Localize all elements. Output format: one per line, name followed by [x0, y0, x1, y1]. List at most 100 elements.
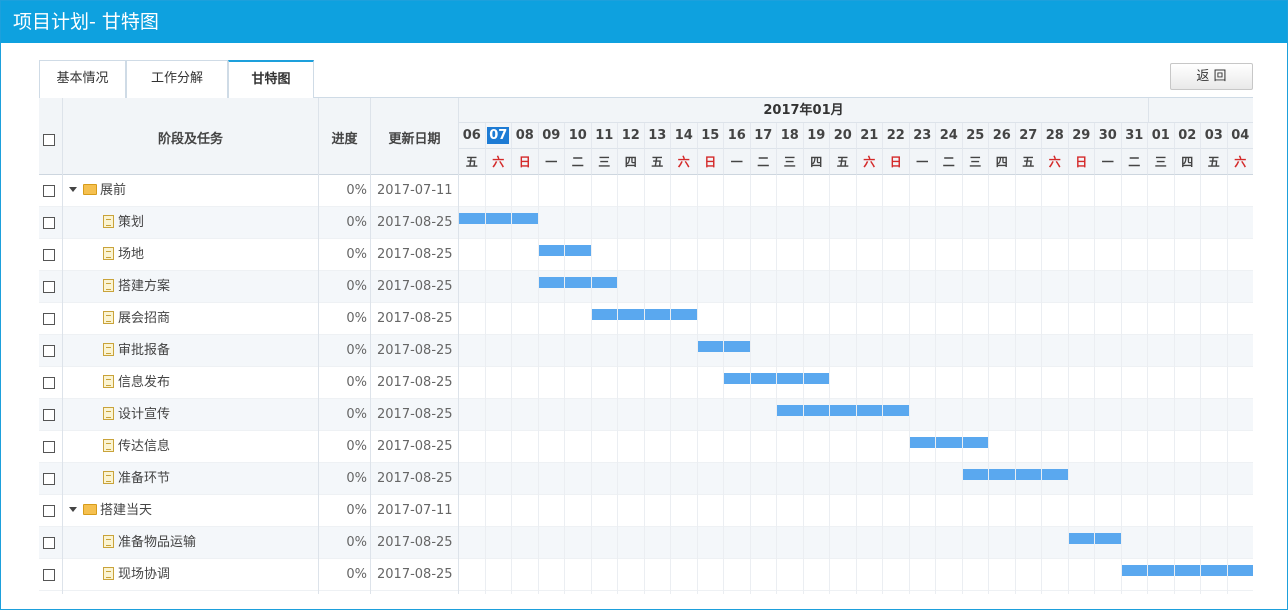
gantt-bar[interactable] [538, 245, 592, 256]
gantt-bar[interactable] [697, 341, 751, 352]
task-name[interactable]: 场地 [103, 239, 313, 271]
timeline-weekday: 一 [1095, 149, 1122, 175]
timeline-weekday: 六 [485, 149, 512, 175]
task-row[interactable]: 场地 0% 2017-08-25 [39, 239, 1253, 271]
timeline-gridline [590, 175, 592, 594]
task-progress: 0% [346, 247, 367, 262]
gantt-bar[interactable] [962, 469, 1069, 480]
timeline-gridline [961, 175, 963, 594]
task-name[interactable]: 准备环节 [103, 463, 313, 495]
tab-gantt[interactable]: 甘特图 [228, 60, 314, 99]
timeline-day: 29 [1068, 123, 1095, 149]
timeline-weekday: 六 [1042, 149, 1069, 175]
row-checkbox[interactable] [43, 537, 55, 549]
task-progress: 0% [346, 183, 367, 198]
row-checkbox[interactable] [43, 569, 55, 581]
timeline-day: 20 [830, 123, 857, 149]
timeline-weekday: 六 [856, 149, 883, 175]
timeline-weekday: 四 [989, 149, 1016, 175]
row-checkbox[interactable] [43, 505, 55, 517]
collapse-arrow-icon[interactable] [69, 187, 77, 192]
task-name[interactable]: 展会招商 [103, 303, 313, 335]
task-row[interactable]: 准备环节 0% 2017-08-25 [39, 463, 1253, 495]
document-icon [103, 247, 114, 260]
gantt-bar[interactable] [1068, 533, 1122, 544]
timeline-day: 22 [883, 123, 910, 149]
timeline-weekday: 日 [697, 149, 724, 175]
task-name[interactable]: 策划 [103, 207, 313, 239]
phase-row[interactable]: 搭建当天 0% 2017-07-11 [39, 495, 1253, 527]
gantt-bar[interactable] [909, 437, 989, 448]
task-row[interactable]: 信息发布 0% 2017-08-25 [39, 367, 1253, 399]
task-row[interactable]: 展会招商 0% 2017-08-25 [39, 303, 1253, 335]
timeline-gridline [1226, 175, 1228, 594]
gantt-bar[interactable] [591, 309, 698, 320]
task-name[interactable]: 信息发布 [103, 367, 313, 399]
gantt-bar[interactable] [538, 277, 618, 288]
task-progress: 0% [346, 471, 367, 486]
collapse-arrow-icon[interactable] [69, 507, 77, 512]
task-name[interactable]: 搭建方案 [103, 271, 313, 303]
timeline-day: 26 [989, 123, 1016, 149]
row-checkbox[interactable] [43, 281, 55, 293]
timeline-gridline [537, 175, 539, 594]
task-row[interactable]: 搭建方案 0% 2017-08-25 [39, 271, 1253, 303]
row-checkbox[interactable] [43, 185, 55, 197]
task-name[interactable]: 设计宣传 [103, 399, 313, 431]
tab-basic-info[interactable]: 基本情况 [39, 60, 126, 98]
timeline-day: 13 [644, 123, 671, 149]
task-name[interactable]: 准备物品运输 [103, 527, 313, 559]
timeline-gridline [723, 175, 724, 594]
timeline-day: 30 [1095, 123, 1122, 149]
timeline-day: 03 [1201, 123, 1228, 149]
task-row[interactable]: 准备物品运输 0% 2017-08-25 [39, 527, 1253, 559]
row-checkbox[interactable] [43, 249, 55, 261]
row-checkbox[interactable] [43, 345, 55, 357]
row-checkbox[interactable] [43, 441, 55, 453]
gantt-bar[interactable] [1121, 565, 1253, 576]
task-name[interactable]: 搭建当天 [67, 495, 277, 527]
timeline-weekday: 四 [1174, 149, 1201, 175]
timeline-gridline [1147, 175, 1148, 594]
task-row[interactable]: 传达信息 0% 2017-08-25 [39, 431, 1253, 463]
task-row[interactable]: 审批报备 0% 2017-08-25 [39, 335, 1253, 367]
task-row[interactable]: 现场协调 0% 2017-08-25 [39, 559, 1253, 591]
task-updated-date: 2017-08-25 [377, 215, 453, 230]
timeline-gridline [670, 175, 671, 594]
timeline-gridline [643, 175, 645, 594]
gantt-bar[interactable] [777, 405, 910, 416]
timeline-weekday: 六 [1227, 149, 1253, 175]
select-all-checkbox[interactable] [43, 134, 55, 146]
timeline-gridline [749, 175, 751, 594]
timeline-weekday: 日 [1068, 149, 1095, 175]
task-name[interactable]: 审批报备 [103, 335, 313, 367]
row-checkbox[interactable] [43, 409, 55, 421]
timeline-weekday: 五 [459, 149, 486, 175]
phase-row[interactable]: 展前 0% 2017-07-11 [39, 175, 1253, 207]
task-name[interactable]: 展前 [67, 175, 277, 207]
task-row[interactable]: 策划 0% 2017-08-25 [39, 207, 1253, 239]
task-name[interactable]: 现场协调 [103, 559, 313, 591]
gantt-bar[interactable] [459, 213, 539, 224]
column-divider [62, 98, 63, 594]
task-progress: 0% [346, 535, 367, 550]
row-checkbox[interactable] [43, 217, 55, 229]
task-row[interactable]: 设计宣传 0% 2017-08-25 [39, 399, 1253, 431]
task-name-label: 准备环节 [118, 471, 171, 486]
back-button[interactable]: 返 回 [1170, 63, 1253, 90]
gantt-bar[interactable] [724, 373, 830, 384]
task-name-label: 审批报备 [118, 343, 171, 358]
task-progress: 0% [346, 407, 367, 422]
row-checkbox[interactable] [43, 377, 55, 389]
document-icon [103, 407, 114, 420]
row-checkbox[interactable] [43, 473, 55, 485]
document-icon [103, 343, 114, 356]
row-checkbox[interactable] [43, 313, 55, 325]
task-updated-date: 2017-08-25 [377, 535, 453, 550]
task-name[interactable]: 传达信息 [103, 431, 313, 463]
task-name-label: 现场协调 [118, 567, 171, 582]
folder-icon [83, 504, 97, 515]
task-name-label: 策划 [118, 215, 145, 230]
tab-work-breakdown[interactable]: 工作分解 [126, 60, 228, 98]
timeline-day: 08 [512, 123, 539, 149]
